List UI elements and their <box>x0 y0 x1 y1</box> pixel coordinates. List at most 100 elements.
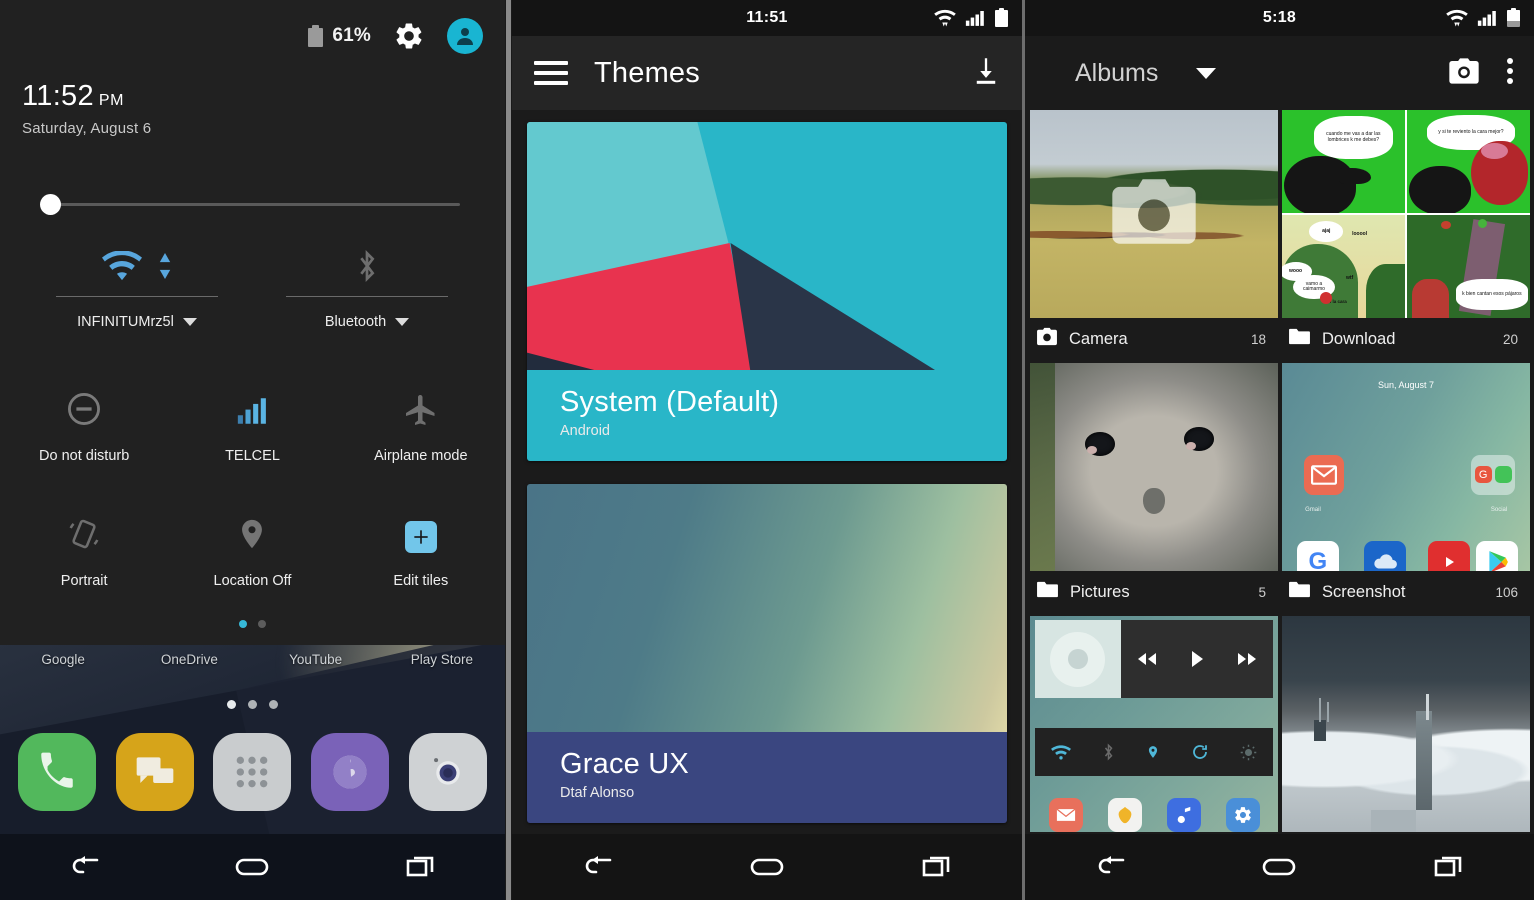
settings-icon <box>1225 798 1260 832</box>
qs-tile-location[interactable]: Location Off <box>168 505 336 620</box>
qs-tile-wifi[interactable]: INFINITUMrz5l <box>42 240 232 330</box>
qs-page-dot[interactable] <box>239 620 247 628</box>
more-vertical-icon[interactable] <box>1506 56 1514 91</box>
home-page-dot[interactable] <box>248 700 257 709</box>
album-cell-extra-city[interactable] <box>1282 616 1530 832</box>
qs-tile-telcel[interactable]: TELCEL <box>168 380 336 495</box>
quick-settings-shade: 61% 11:52 PM Saturday, August 6 INFINITU… <box>0 0 505 645</box>
qs-tile-airplane-mode[interactable]: Airplane mode <box>337 380 505 495</box>
home-icon[interactable] <box>737 850 797 884</box>
location-pin-icon <box>242 519 263 549</box>
gradient-wallpaper <box>527 483 1007 732</box>
qs-page-dot[interactable] <box>258 620 266 628</box>
home-page-dot[interactable] <box>269 700 278 709</box>
theme-card-meta: System (Default) Android <box>527 370 1007 461</box>
album-count: 20 <box>1502 331 1518 347</box>
back-icon[interactable] <box>1080 850 1140 884</box>
album-thumbnail[interactable] <box>1282 616 1530 832</box>
clock-time-row: 11:52 PM <box>22 82 151 111</box>
app-label: Social <box>1490 506 1508 513</box>
homescreen-screenshot: Sun, August 7 Gmail G Social G <box>1282 363 1530 571</box>
music-icon <box>1166 798 1201 832</box>
panel-divider-scrollbar[interactable] <box>505 0 512 900</box>
home-icon[interactable] <box>222 850 282 884</box>
seal-photo <box>1030 363 1278 571</box>
status-time: 11:51 <box>746 9 788 26</box>
home-page-indicator[interactable] <box>0 700 505 709</box>
rotation-icon <box>69 519 99 549</box>
brightness-slider[interactable] <box>40 194 464 215</box>
youtube-icon <box>1428 541 1471 571</box>
back-icon[interactable] <box>567 850 627 884</box>
gallery-app-bar: Albums <box>1025 36 1534 110</box>
browser-icon[interactable] <box>311 733 390 811</box>
album-thumbnail[interactable] <box>1030 616 1278 832</box>
messages-icon[interactable] <box>115 733 194 811</box>
gallery-icon <box>1107 798 1142 832</box>
shade-status-row: 61% <box>308 18 483 54</box>
music-widget-screenshot <box>1030 616 1278 832</box>
home-dock <box>0 733 505 811</box>
battery-icon <box>1507 8 1520 28</box>
album-name: Screenshot <box>1322 582 1406 601</box>
app-drawer-icon[interactable] <box>213 733 292 811</box>
qs-tile-label: TELCEL <box>225 448 280 464</box>
user-avatar[interactable] <box>447 18 483 54</box>
cell-signal-icon <box>965 11 984 26</box>
recents-icon[interactable] <box>391 850 451 884</box>
album-thumbnail[interactable] <box>1030 110 1278 318</box>
download-icon[interactable] <box>972 56 1000 91</box>
comic-panel-3: ajaj looool wooo vamo a caimarmo wtf en … <box>1282 215 1405 318</box>
album-thumbnail[interactable] <box>1030 363 1278 571</box>
camera-icon[interactable] <box>1448 57 1480 90</box>
album-cell-extra-music[interactable] <box>1030 616 1278 832</box>
recents-icon[interactable] <box>907 850 967 884</box>
qs-tile-edit-tiles[interactable]: Edit tiles <box>337 505 505 620</box>
recents-icon[interactable] <box>1419 850 1479 884</box>
brightness-knob[interactable] <box>40 194 61 215</box>
add-tile-icon[interactable] <box>404 521 437 553</box>
album-cell-download[interactable]: cuando me vas a dar las lombrices k me d… <box>1282 110 1530 360</box>
album-label-row: Pictures 5 <box>1030 571 1278 613</box>
chevron-down-icon[interactable] <box>182 318 197 326</box>
three-phone-screenshot-collage: Google OneDrive YouTube Play Store 61% 1… <box>0 0 1534 900</box>
quick-settings-strip <box>1034 728 1274 776</box>
theme-card-grace-ux[interactable]: Grace UX Dtaf Alonso <box>527 483 1007 823</box>
album-thumbnail[interactable]: cuando me vas a dar las lombrices k me d… <box>1282 110 1530 318</box>
album-name: Pictures <box>1070 582 1130 601</box>
theme-card-system-default[interactable]: System (Default) Android <box>527 122 1007 461</box>
status-icons <box>1446 0 1520 36</box>
camera-icon[interactable] <box>409 733 488 811</box>
phone-panel-quick-settings: Google OneDrive YouTube Play Store 61% 1… <box>0 0 505 900</box>
home-page-dot[interactable] <box>227 700 236 709</box>
album-count: 5 <box>1258 584 1266 600</box>
location-pin-icon <box>1148 746 1158 758</box>
onedrive-icon <box>1363 541 1406 571</box>
album-thumbnail[interactable]: Sun, August 7 Gmail G Social G <box>1282 363 1530 571</box>
status-icons <box>934 0 1008 36</box>
status-bar: 11:51 <box>512 0 1022 36</box>
hamburger-icon[interactable] <box>534 61 568 85</box>
phone-icon[interactable] <box>17 733 96 811</box>
qs-tile-label: Location Off <box>213 573 292 589</box>
back-icon[interactable] <box>54 850 114 884</box>
comic-strip-image: cuando me vas a dar las lombrices k me d… <box>1282 110 1530 318</box>
qs-tile-portrait[interactable]: Portrait <box>0 505 168 620</box>
home-icon[interactable] <box>1249 850 1309 884</box>
album-cell-camera[interactable]: Camera 18 <box>1030 110 1278 360</box>
music-player-widget <box>1034 620 1274 699</box>
qs-tile-label: Portrait <box>60 573 108 589</box>
chevron-down-icon[interactable] <box>395 318 410 326</box>
quick-settings-page-indicator[interactable] <box>0 620 505 628</box>
qs-tile-do-not-disturb[interactable]: Do not disturb <box>0 380 168 495</box>
chevron-down-icon[interactable] <box>1196 67 1217 79</box>
theme-preview-image <box>527 483 1007 732</box>
clock-ampm: PM <box>98 92 124 109</box>
wifi-icon <box>102 251 142 281</box>
album-cell-screenshot[interactable]: Sun, August 7 Gmail G Social G Screensho… <box>1282 363 1530 613</box>
cell-signal-icon <box>1477 11 1496 26</box>
gear-icon[interactable] <box>393 20 425 52</box>
qs-tile-bluetooth[interactable]: Bluetooth <box>272 240 462 330</box>
shade-clock[interactable]: 11:52 PM Saturday, August 6 <box>22 82 151 138</box>
album-cell-pictures[interactable]: Pictures 5 <box>1030 363 1278 613</box>
